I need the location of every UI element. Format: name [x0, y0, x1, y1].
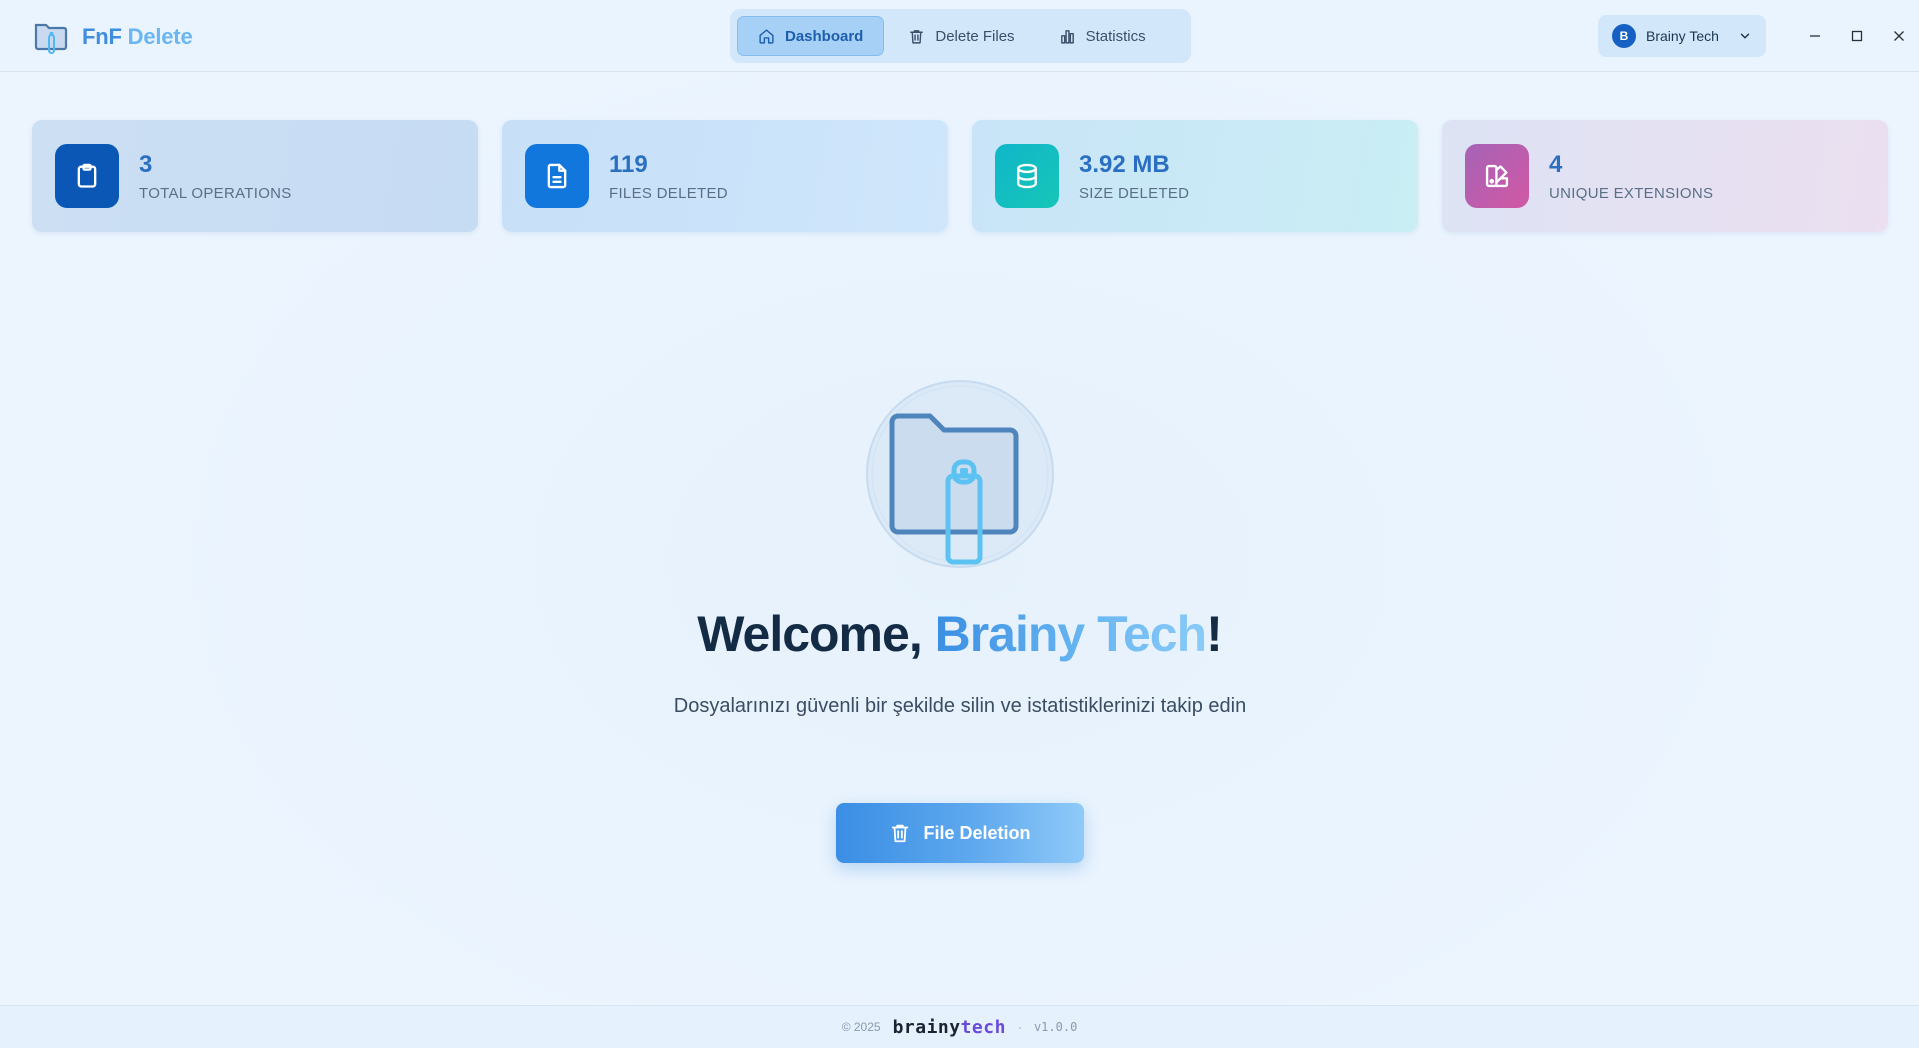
tab-dashboard-label: Dashboard — [785, 27, 864, 45]
footer-brand-main: brainy — [892, 1016, 961, 1038]
footer-brand-logo[interactable]: brainytech — [893, 1017, 1006, 1038]
stat-label: FILES DELETED — [609, 184, 728, 202]
tab-statistics-label: Statistics — [1085, 27, 1146, 45]
stat-value: 3.92 MB — [1079, 150, 1170, 178]
stat-card-files-deleted: 119 FILES DELETED — [502, 120, 948, 232]
stats-row: 3 TOTAL OPERATIONS 119 FILES DELETED 3.9… — [32, 120, 1888, 232]
welcome-user-name: Brainy Tech — [934, 606, 1207, 662]
home-icon — [759, 28, 774, 44]
chevron-down-icon — [1740, 33, 1750, 39]
extensions-icon — [1485, 164, 1509, 188]
tab-delete-files-label: Delete Files — [935, 27, 1015, 45]
clipboard-icon — [77, 163, 97, 188]
trash-icon — [910, 29, 924, 44]
copyright-text: © 2025 — [841, 1020, 881, 1034]
stat-value: 119 — [609, 150, 648, 178]
stat-icon-container — [525, 144, 589, 208]
stat-label: TOTAL OPERATIONS — [139, 184, 292, 202]
stat-label: SIZE DELETED — [1079, 184, 1190, 202]
footer-separator: · — [1017, 1020, 1022, 1034]
file-deletion-label: File Deletion — [923, 822, 1031, 843]
maximize-button[interactable] — [1836, 20, 1878, 52]
footer-brand-accent: tech — [960, 1016, 1006, 1038]
main-nav: Dashboard Delete Files Statistics — [730, 9, 1191, 63]
welcome-heading: Welcome, Brainy Tech! — [0, 605, 1919, 663]
database-icon — [1017, 163, 1037, 189]
welcome-prefix: Welcome, — [697, 606, 935, 662]
stat-icon-container — [55, 144, 119, 208]
bar-chart-icon — [1060, 29, 1074, 44]
stat-icon-container — [995, 144, 1059, 208]
app-version: v1.0.0 — [1033, 1020, 1078, 1034]
folder-illustration-icon — [866, 380, 1054, 568]
file-deletion-button[interactable]: File Deletion — [836, 803, 1084, 863]
stat-label: UNIQUE EXTENSIONS — [1549, 184, 1714, 202]
app-logo-icon — [34, 23, 68, 54]
stat-value: 3 — [139, 150, 153, 178]
close-icon — [1894, 31, 1904, 41]
tab-statistics[interactable]: Statistics — [1039, 16, 1166, 56]
window-controls — [1794, 20, 1919, 52]
app-name-main: FnF — [82, 24, 122, 49]
tab-delete-files[interactable]: Delete Files — [888, 16, 1034, 56]
welcome-suffix: ! — [1206, 606, 1223, 662]
stat-card-total-operations: 3 TOTAL OPERATIONS — [32, 120, 478, 232]
tab-dashboard[interactable]: Dashboard — [737, 16, 885, 56]
close-button[interactable] — [1878, 20, 1919, 52]
stat-value: 4 — [1549, 150, 1563, 178]
minimize-button[interactable] — [1794, 20, 1836, 52]
app-name-accent: Delete — [127, 24, 193, 49]
title-bar: FnF Delete Dashboard Delete Files Statis… — [0, 0, 1919, 72]
trash-icon — [892, 824, 909, 843]
app-name: FnF Delete — [82, 24, 193, 50]
app-brand: FnF Delete — [34, 19, 193, 55]
minimize-icon — [1810, 35, 1820, 37]
avatar: B — [1612, 24, 1636, 48]
user-name: Brainy Tech — [1646, 28, 1719, 44]
footer: © 2025 brainytech · v1.0.0 — [0, 1005, 1919, 1048]
welcome-subtitle: Dosyalarınızı güvenli bir şekilde silin … — [673, 695, 1247, 717]
stat-icon-container — [1465, 144, 1529, 208]
user-menu[interactable]: B Brainy Tech — [1598, 15, 1766, 57]
maximize-icon — [1851, 30, 1863, 42]
stat-card-unique-extensions: 4 UNIQUE EXTENSIONS — [1442, 120, 1888, 232]
stat-card-size-deleted: 3.92 MB SIZE DELETED — [972, 120, 1418, 232]
file-icon — [547, 163, 567, 189]
